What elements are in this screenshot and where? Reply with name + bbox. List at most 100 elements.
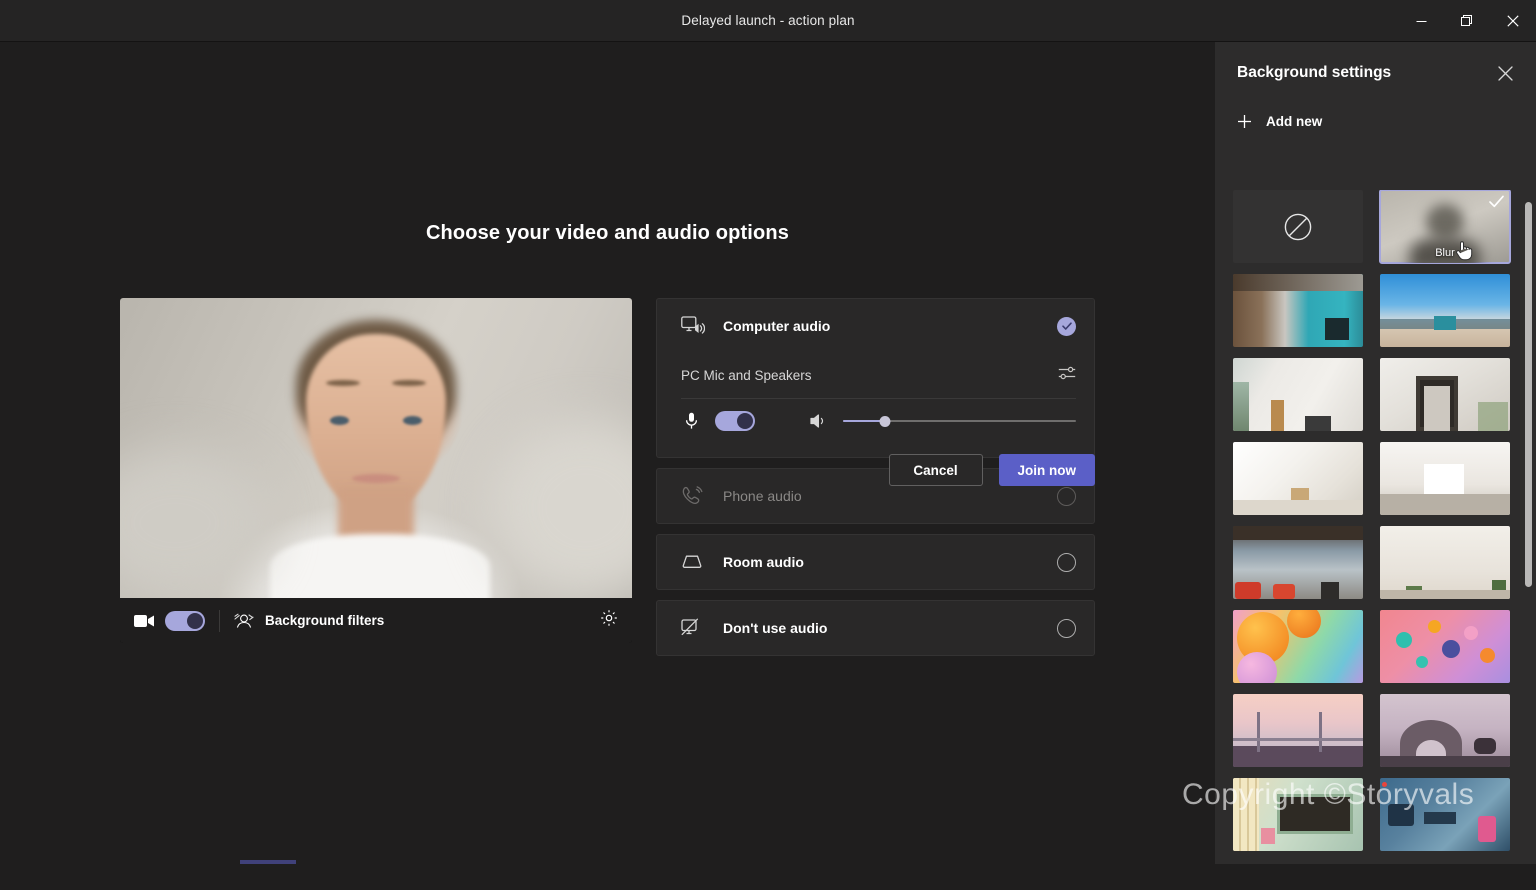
cancel-button[interactable]: Cancel [888, 454, 983, 486]
video-preview-toolbar: Background filters [120, 598, 632, 643]
thumb-detail [1396, 632, 1412, 648]
no-audio-icon [681, 618, 705, 638]
background-thumb-beach-sky[interactable] [1380, 274, 1510, 347]
background-thumbnail-grid: Blur [1233, 190, 1518, 890]
thumb-detail [1233, 746, 1363, 767]
thumb-detail [1424, 386, 1450, 431]
page-title: Choose your video and audio options [425, 222, 790, 244]
preview-face [306, 334, 446, 512]
background-thumb-white-room-window[interactable] [1233, 358, 1363, 431]
thumb-detail [1319, 712, 1322, 752]
add-new-label: Add new [1266, 113, 1323, 129]
toolbar-divider [219, 609, 220, 632]
audio-option-radio-computer[interactable] [1057, 316, 1076, 336]
speaker-icon [809, 413, 829, 429]
background-settings-panel: Background settings Add new Blur [1215, 42, 1536, 864]
background-effects-icon [234, 613, 254, 629]
background-thumb-none[interactable] [1233, 190, 1363, 263]
no-audio-group: Don't use audio [656, 600, 1095, 656]
camera-toggle[interactable] [165, 610, 205, 631]
background-thumb-pink-bubbles[interactable] [1380, 610, 1510, 683]
background-thumb-orange-spheres[interactable] [1233, 610, 1363, 683]
background-thumb-office-lockers[interactable] [1233, 274, 1363, 347]
preview-bg-blur-left [120, 448, 270, 598]
thumb-detail [1235, 582, 1261, 599]
audio-option-radio-no-audio[interactable] [1057, 618, 1076, 638]
audio-option-label: Don't use audio [723, 620, 828, 636]
close-panel-button[interactable] [1492, 60, 1518, 86]
microphone-toggle[interactable] [715, 411, 755, 431]
background-thumb-illustrated-spaceship[interactable] [1380, 778, 1510, 851]
thumb-detail [1233, 500, 1363, 515]
background-thumb-bright-white-loft[interactable] [1233, 442, 1363, 515]
computer-audio-group: Computer audio PC Mic and Speakers [656, 298, 1095, 458]
camera-toggle-knob [187, 612, 203, 629]
room-audio-group: Room audio [656, 534, 1095, 590]
thumb-detail [1424, 812, 1456, 824]
background-thumb-white-studio[interactable] [1380, 442, 1510, 515]
restore-button[interactable] [1444, 0, 1490, 42]
background-thumb-hover-label: Blur [1435, 247, 1455, 259]
thumb-detail [1480, 648, 1495, 663]
thumb-detail [1271, 400, 1284, 431]
preview-shirt [270, 534, 490, 598]
add-new-background-button[interactable]: Add new [1215, 104, 1536, 138]
minimize-button[interactable] [1398, 0, 1444, 42]
window-title: Delayed launch - action plan [681, 13, 855, 28]
audio-option-dont-use-audio[interactable]: Don't use audio [657, 601, 1094, 655]
preview-eye-right [403, 416, 422, 425]
volume-slider-thumb[interactable] [879, 415, 891, 427]
background-settings-header: Background settings [1215, 42, 1536, 104]
background-thumb-illustrated-cafe[interactable] [1233, 778, 1363, 851]
microphone-icon [681, 412, 701, 430]
close-window-button[interactable] [1490, 0, 1536, 42]
audio-option-radio-room[interactable] [1057, 552, 1076, 572]
background-thumb-loft-office-red-chairs[interactable] [1233, 526, 1363, 599]
device-settings-button[interactable] [600, 609, 618, 632]
no-background-icon [1283, 212, 1313, 242]
thumb-detail [1261, 828, 1275, 844]
background-settings-title: Background settings [1237, 64, 1392, 81]
prejoin-actions: Cancel Join now [656, 454, 1095, 486]
camera-icon [134, 614, 154, 628]
thumb-detail [1380, 590, 1510, 599]
background-thumb-illustrated-bridge[interactable] [1233, 694, 1363, 767]
thumb-detail [1380, 756, 1510, 767]
background-thumb-plain-wall-plants[interactable] [1380, 526, 1510, 599]
thumb-detail [1424, 464, 1464, 494]
background-thumb-room-with-mirror[interactable] [1380, 358, 1510, 431]
preview-brow-left [326, 380, 360, 386]
computer-speaker-icon [681, 316, 705, 336]
restore-icon [1461, 15, 1473, 27]
audio-device-name: PC Mic and Speakers [681, 368, 812, 383]
preview-mouth [352, 474, 400, 483]
preview-bg-blur-right [490, 418, 632, 598]
background-thumb-blur[interactable]: Blur [1379, 190, 1511, 264]
thumb-detail [1233, 526, 1363, 540]
volume-slider[interactable] [843, 412, 1076, 430]
thumb-detail [1325, 318, 1349, 340]
preview-brow-right [392, 380, 426, 386]
thumb-detail [1464, 626, 1478, 640]
audio-option-label: Phone audio [723, 488, 802, 504]
background-list-scrollbar[interactable] [1525, 154, 1532, 854]
scrollbar-thumb[interactable] [1525, 202, 1532, 587]
audio-option-computer-audio[interactable]: Computer audio [657, 299, 1094, 353]
thumb-detail [1257, 712, 1260, 752]
preview-eye-left [330, 416, 349, 425]
join-now-button[interactable]: Join now [998, 454, 1095, 486]
audio-option-radio-phone [1057, 486, 1076, 506]
background-filters-button[interactable]: Background filters [234, 613, 384, 629]
audio-option-room-audio[interactable]: Room audio [657, 535, 1094, 589]
microphone-toggle-knob [737, 413, 753, 429]
background-selected-check-icon [1488, 193, 1505, 215]
thumb-detail [1233, 382, 1249, 431]
background-filters-label: Background filters [265, 613, 385, 628]
thumb-detail [1442, 640, 1460, 658]
audio-settings-icon[interactable] [1058, 365, 1076, 386]
thumb-detail [1273, 584, 1295, 599]
audio-option-label: Room audio [723, 554, 804, 570]
background-thumb-illustrated-arch[interactable] [1380, 694, 1510, 767]
audio-device-row[interactable]: PC Mic and Speakers [681, 353, 1076, 399]
thumb-detail [1416, 656, 1428, 668]
